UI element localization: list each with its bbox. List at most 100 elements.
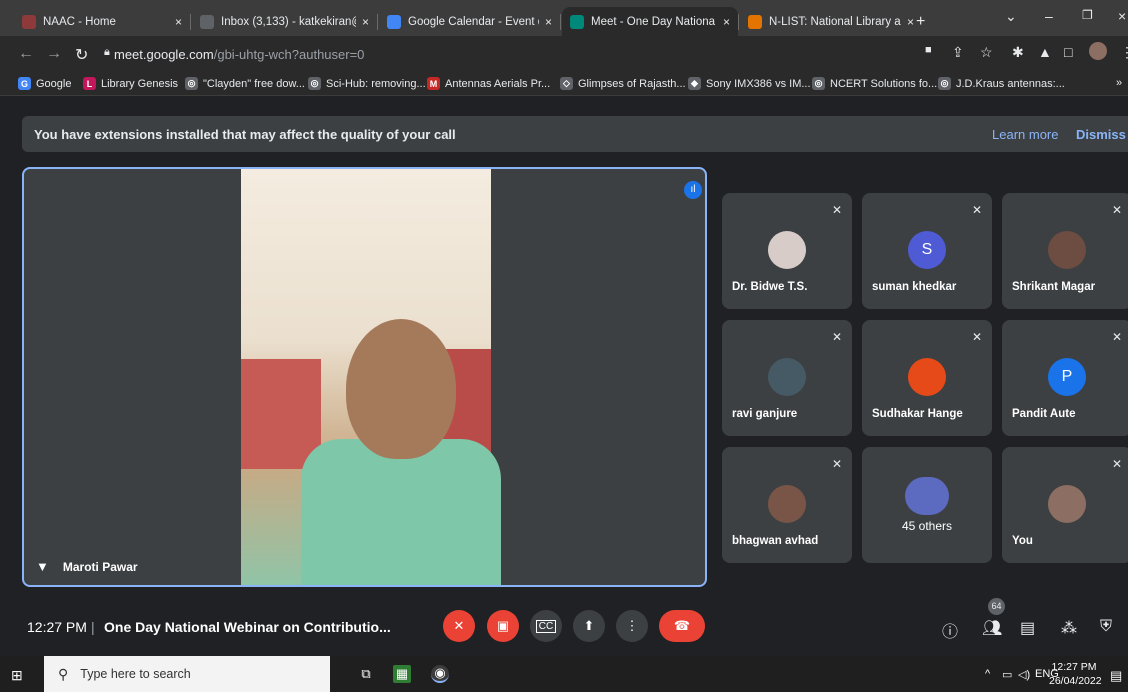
more-options-button[interactable]: ⋮ xyxy=(616,610,648,642)
present-icon: ⬆ xyxy=(583,618,595,633)
bookmark-label: Sci-Hub: removing... xyxy=(326,77,426,90)
muted-mic-icon: ✕ xyxy=(1111,330,1122,344)
bookmark-favicon-icon: ◎ xyxy=(938,77,951,90)
reload-icon[interactable]: ↻ xyxy=(75,45,88,65)
participant-tile[interactable]: ✕ Dr. Bidwe T.S. xyxy=(722,193,852,309)
participant-photo xyxy=(1048,485,1086,523)
maximize-icon[interactable]: ❐ xyxy=(1082,8,1093,22)
participant-tile[interactable]: ✕ bhagwan avhad xyxy=(722,447,852,563)
close-window-icon[interactable]: × xyxy=(1118,8,1126,24)
camera-indicator-icon[interactable]: ■ xyxy=(925,44,932,56)
muted-mic-icon: ✕ xyxy=(971,203,982,217)
bookmark-favicon-icon: ◆ xyxy=(688,77,701,90)
extension-warning-banner: You have extensions installed that may a… xyxy=(22,116,1128,152)
participant-tile[interactable]: ✕ Ssuman khedkar xyxy=(862,193,992,309)
bookmark-item[interactable]: ◆ Sony IMX386 vs IM... xyxy=(688,77,811,90)
extension-2-icon[interactable]: ▲ xyxy=(1038,44,1052,60)
bookmark-label: Sony IMX386 vs IM... xyxy=(706,77,811,90)
pin-icon[interactable]: ▼ xyxy=(36,559,49,574)
naac-icon xyxy=(22,14,36,29)
meeting-title[interactable]: One Day National Webinar on Contributio.… xyxy=(104,619,391,635)
participant-name: bhagwan avhad xyxy=(732,535,819,547)
captions-button[interactable]: CC xyxy=(530,610,562,642)
new-tab-button[interactable]: + xyxy=(916,7,936,36)
bookmark-item[interactable]: G Google xyxy=(18,77,71,90)
muted-mic-icon: ✕ xyxy=(831,457,842,471)
dismiss-button[interactable]: Dismiss xyxy=(1076,127,1126,142)
meeting-info-icon[interactable]: ⓘ xyxy=(942,618,958,642)
muted-mic-icon: ✕ xyxy=(831,203,842,217)
close-tab-icon[interactable]: × xyxy=(362,15,369,29)
tray-chevron-icon[interactable]: ^ xyxy=(985,668,990,680)
main-speaker-tile[interactable]: ıl ▼ Maroti Pawar xyxy=(22,167,707,587)
chrome-icon[interactable]: ◉ xyxy=(431,665,449,683)
participant-tile[interactable]: ✕ Sudhakar Hange xyxy=(862,320,992,436)
bookmark-item[interactable]: ◎ Sci-Hub: removing... xyxy=(308,77,426,90)
participant-initial-avatar: S xyxy=(908,231,946,269)
close-tab-icon[interactable]: × xyxy=(545,15,552,29)
participant-tile[interactable]: ✕ You xyxy=(1002,447,1128,563)
bookmark-item[interactable]: M Antennas Aerials Pr... xyxy=(427,77,550,90)
bookmarks-more[interactable]: » xyxy=(1116,77,1122,89)
mic-off-icon: ✕ xyxy=(453,618,465,633)
participant-tile[interactable]: ✕ ravi ganjure xyxy=(722,320,852,436)
bookmark-star-icon[interactable]: ☆ xyxy=(980,44,993,61)
browser-tab-title: Inbox (3,133) - katkekiran@g xyxy=(221,15,356,28)
windows-start-icon[interactable]: ⊞ xyxy=(11,667,23,684)
url-path: /gbi-uhtg-wch?authuser=0 xyxy=(213,47,365,62)
browser-tab[interactable]: NAAC - Home × xyxy=(14,7,190,36)
browser-tab[interactable]: Inbox (3,133) - katkekiran@g × xyxy=(192,7,377,36)
side-panel-icon[interactable]: □ xyxy=(1064,44,1072,60)
browser-menu-icon[interactable]: ⋮ xyxy=(1120,44,1128,61)
participant-tile[interactable]: ✕ Shrikant Magar xyxy=(1002,193,1128,309)
browser-tab[interactable]: Google Calendar - Event deta × xyxy=(379,7,560,36)
participant-tile[interactable]: ✕ P Pandit Aute xyxy=(1002,320,1128,436)
leave-call-button[interactable]: ☎ xyxy=(659,610,705,642)
browser-tab[interactable]: Meet - One Day Nationa × xyxy=(562,7,738,36)
notifications-icon[interactable]: ▤ xyxy=(1110,668,1122,684)
camera-off-button[interactable]: ▣ xyxy=(487,610,519,642)
participant-name: ravi ganjure xyxy=(732,408,798,420)
host-controls-icon[interactable]: ⛨ xyxy=(1100,618,1112,636)
calculator-icon[interactable]: ▦ xyxy=(393,665,411,683)
tab-search-icon[interactable]: ⌄ xyxy=(1005,8,1017,25)
task-view-icon[interactable]: ⧉ xyxy=(357,665,375,683)
chat-icon[interactable]: ▤ xyxy=(1020,618,1035,638)
bookmark-item[interactable]: ◇ Glimpses of Rajasth... xyxy=(560,77,686,90)
close-tab-icon[interactable]: × xyxy=(723,15,730,29)
browser-tab-title: N-LIST: National Library and xyxy=(769,15,901,28)
profile-avatar[interactable] xyxy=(1089,42,1107,60)
bookmark-item[interactable]: L Library Genesis xyxy=(83,77,178,90)
bookmark-item[interactable]: ◎ NCERT Solutions fo... xyxy=(812,77,937,90)
activities-icon[interactable]: ⁂ xyxy=(1061,618,1077,638)
bookmark-item[interactable]: ◎ "Clayden" free dow... xyxy=(185,77,305,90)
minimize-icon[interactable]: – xyxy=(1045,8,1053,24)
learn-more-link[interactable]: Learn more xyxy=(992,127,1058,142)
browser-tab[interactable]: N-LIST: National Library and × xyxy=(740,7,922,36)
share-icon[interactable]: ⇪ xyxy=(952,44,964,61)
close-tab-icon[interactable]: × xyxy=(907,15,914,29)
participant-tile[interactable]: 45 others xyxy=(862,447,992,563)
extension-icon[interactable]: ✱ xyxy=(1012,44,1024,61)
url-field[interactable]: meet.google.com/gbi-uhtg-wch?authuser=0 xyxy=(114,47,364,62)
close-tab-icon[interactable]: × xyxy=(175,15,182,29)
main-speaker-name: Maroti Pawar xyxy=(62,559,138,574)
network-icon[interactable]: ▭ xyxy=(1002,668,1012,681)
speaker-video xyxy=(241,169,501,585)
back-icon[interactable]: ← xyxy=(18,45,34,63)
meet-icon xyxy=(570,14,584,29)
speaker-head xyxy=(346,319,456,459)
taskbar-clock[interactable]: 12:27 PM 26/04/2022 xyxy=(1049,660,1102,688)
bookmark-item[interactable]: ◎ J.D.Kraus antennas:... xyxy=(938,77,1065,90)
participant-name: Shrikant Magar xyxy=(1012,281,1096,293)
participant-photo xyxy=(1048,231,1086,269)
bookmark-favicon-icon: ◎ xyxy=(185,77,198,90)
taskbar-search-box[interactable]: ⚲ Type here to search xyxy=(44,656,330,692)
present-button[interactable]: ⬆ xyxy=(573,610,605,642)
people-icon[interactable]: 👥︎ xyxy=(982,618,1002,638)
volume-icon[interactable]: ◁) xyxy=(1018,668,1030,681)
mic-off-button[interactable]: ✕ xyxy=(443,610,475,642)
bookmark-favicon-icon: M xyxy=(427,77,440,90)
time-divider: | xyxy=(91,619,95,635)
forward-icon[interactable]: → xyxy=(46,45,62,63)
